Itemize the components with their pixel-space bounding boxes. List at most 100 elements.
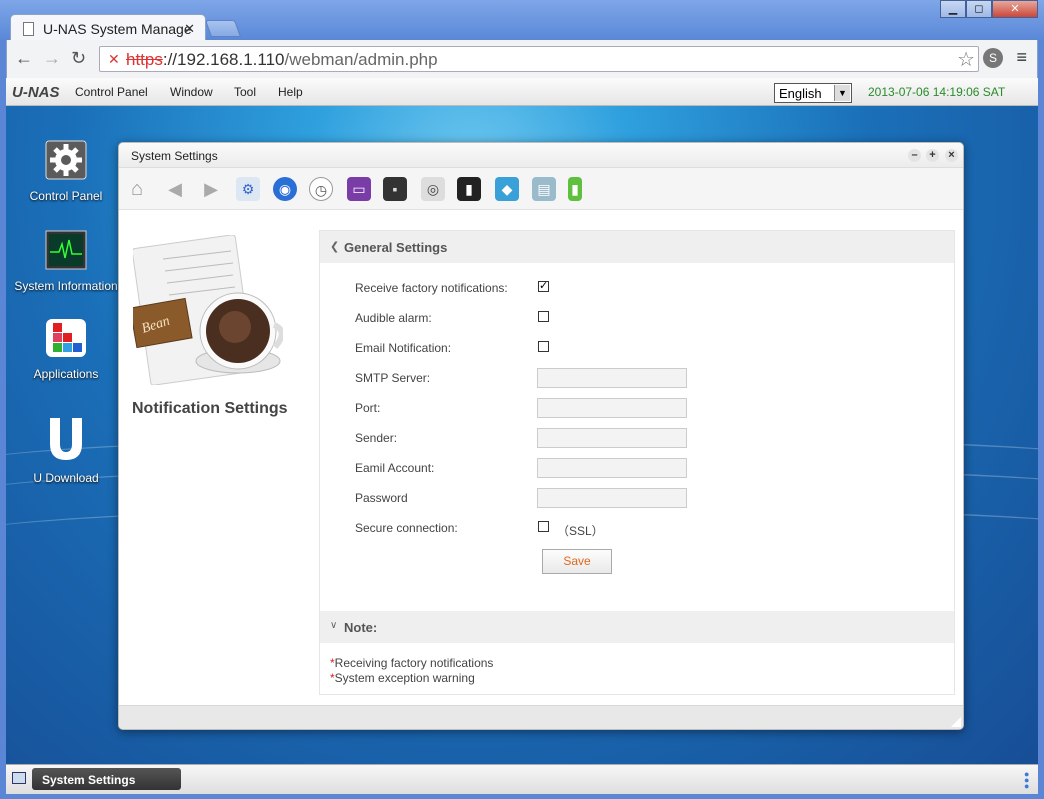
email-account-input[interactable] <box>537 458 687 478</box>
save-button[interactable]: Save <box>542 549 612 574</box>
sender-label: Sender: <box>355 431 398 445</box>
email-account-label: Eamil Account: <box>355 461 435 475</box>
window-footer <box>119 705 963 729</box>
browser-titlebar: U-NAS System Manage ✕ ▁ ◻ ✕ <box>0 0 1044 42</box>
chevron-left-icon: ❮ <box>330 241 340 253</box>
forward-arrow-icon[interactable]: ▶ <box>199 177 223 201</box>
upgrade-icon[interactable]: ◆ <box>495 177 519 201</box>
secure-connection-label: Secure connection: <box>355 521 458 535</box>
port-label: Port: <box>355 401 381 415</box>
note-item: *System exception warning <box>330 671 475 685</box>
new-tab-button[interactable] <box>204 20 242 37</box>
dropdown-arrow-icon[interactable]: ▼ <box>834 85 850 101</box>
datetime-display: 2013-07-06 14:19:06 SAT <box>868 85 1006 99</box>
back-arrow-icon[interactable]: ◀ <box>163 177 187 201</box>
window-title: System Settings <box>131 149 218 163</box>
chevron-down-icon: ∨ <box>330 620 338 631</box>
monitor-icon <box>45 230 87 270</box>
desktop-icon-control-panel[interactable]: Control Panel <box>11 140 121 203</box>
smtp-server-label: SMTP Server: <box>355 371 431 385</box>
forward-icon[interactable]: → <box>43 48 61 69</box>
note-text: System exception warning <box>334 671 475 685</box>
brand-logo: U-NAS <box>12 84 60 101</box>
tab-close-icon[interactable]: ✕ <box>184 21 195 37</box>
audible-alarm-checkbox[interactable] <box>538 311 549 322</box>
resize-grip-icon[interactable] <box>951 717 961 727</box>
section-title: General Settings <box>344 240 448 255</box>
document-icon <box>23 22 34 36</box>
battery-icon[interactable]: ▮ <box>568 177 582 201</box>
more-dots-icon[interactable]: ● ● ● <box>1024 770 1030 791</box>
reload-icon[interactable]: ↻ <box>71 48 86 69</box>
globe-icon[interactable]: ◉ <box>273 177 297 201</box>
window-titlebar[interactable]: System Settings – + × <box>119 143 963 168</box>
desktop-icon-label: System Information <box>14 279 118 293</box>
audible-alarm-label: Audible alarm: <box>355 311 432 325</box>
ssl-label: （SSL） <box>557 524 604 538</box>
menu-help[interactable]: Help <box>278 85 303 99</box>
insecure-lock-icon: ✕ <box>108 51 120 67</box>
menu-window[interactable]: Window <box>170 85 213 99</box>
url-path: /webman/admin.php <box>284 50 438 69</box>
browser-toolbar: ← → ↻ ✕ https://192.168.1.110/webman/adm… <box>6 40 1038 78</box>
address-bar[interactable]: ✕ https://192.168.1.110/webman/admin.php <box>99 46 979 72</box>
network-icon[interactable]: ⚙ <box>236 177 260 201</box>
desktop-icon-system-information[interactable]: System Information <box>11 230 121 293</box>
smtp-server-input[interactable] <box>537 368 687 388</box>
menu-control-panel[interactable]: Control Panel <box>75 85 148 99</box>
factory-notifications-checkbox[interactable]: ✓ <box>538 281 549 292</box>
extension-icon[interactable]: S <box>983 48 1003 68</box>
system-settings-window: System Settings – + × ⌂ ◀ ▶ ⚙ ◉ ◷ ▭ ▪ ◎ … <box>118 142 964 730</box>
port-input[interactable] <box>537 398 687 418</box>
sender-input[interactable] <box>537 428 687 448</box>
menu-tool[interactable]: Tool <box>234 85 256 99</box>
general-settings-header[interactable]: ❮ General Settings <box>320 231 954 263</box>
secure-connection-checkbox[interactable] <box>538 521 549 532</box>
email-notification-checkbox[interactable] <box>538 341 549 352</box>
notification-coffee-illustration: Bean <box>133 235 283 385</box>
server-icon[interactable]: ▮ <box>457 177 481 201</box>
window-minimize-icon[interactable]: – <box>908 149 921 162</box>
gear-icon <box>45 140 87 180</box>
maximize-button[interactable]: ◻ <box>966 0 992 18</box>
settings-toolbar: ⌂ ◀ ▶ ⚙ ◉ ◷ ▭ ▪ ◎ ▮ ◆ ▤ ▮ <box>119 168 963 210</box>
chrome-menu-icon[interactable]: ≡ <box>1016 47 1027 68</box>
back-icon[interactable]: ← <box>15 48 33 69</box>
storage-icon[interactable]: ▤ <box>532 177 556 201</box>
u-download-icon <box>50 418 82 460</box>
bookmark-star-icon[interactable]: ☆ <box>957 47 975 72</box>
nas-menubar: U-NAS Control Panel Window Tool Help Eng… <box>6 78 1038 106</box>
settings-panel: ❮ General Settings Receive factory notif… <box>319 230 955 695</box>
clock-icon[interactable]: ◷ <box>309 177 333 201</box>
close-button[interactable]: ✕ <box>992 0 1038 18</box>
device-icon[interactable]: ▪ <box>383 177 407 201</box>
note-title: Note: <box>344 620 378 635</box>
home-icon[interactable]: ⌂ <box>125 177 149 201</box>
desktop-icon-applications[interactable]: Applications <box>11 318 121 381</box>
minimize-button[interactable]: ▁ <box>940 0 966 18</box>
window-close-icon[interactable]: × <box>945 149 958 162</box>
message-icon[interactable]: ▭ <box>347 177 371 201</box>
window-controls: ▁ ◻ ✕ <box>940 0 1038 18</box>
taskbar: System Settings ● ● ● <box>6 764 1038 794</box>
taskbar-item-system-settings[interactable]: System Settings <box>32 768 181 790</box>
camera-icon[interactable]: ◎ <box>421 177 445 201</box>
side-title: Notification Settings <box>132 400 288 417</box>
note-header[interactable]: ∨ Note: <box>320 611 954 643</box>
note-text: Receiving factory notifications <box>334 656 494 670</box>
applications-icon <box>46 319 86 357</box>
note-item: *Receiving factory notifications <box>330 656 493 670</box>
tab-title: U-NAS System Manage <box>43 21 192 37</box>
password-input[interactable] <box>537 488 687 508</box>
email-notification-label: Email Notification: <box>355 341 452 355</box>
language-value: English <box>779 86 822 101</box>
browser-tab[interactable]: U-NAS System Manage ✕ <box>10 14 206 42</box>
desktop-icon-label: U Download <box>33 471 99 485</box>
browser-frame: U-NAS System Manage ✕ ▁ ◻ ✕ ← → ↻ ✕ http… <box>0 0 1044 799</box>
window-maximize-icon[interactable]: + <box>926 149 939 162</box>
show-desktop-icon[interactable] <box>12 772 26 784</box>
factory-notifications-label: Receive factory notifications: <box>355 281 508 295</box>
desktop-icon-u-download[interactable]: U Download <box>11 414 121 485</box>
language-select[interactable]: English ▼ <box>774 83 852 103</box>
password-label: Password <box>355 491 408 505</box>
